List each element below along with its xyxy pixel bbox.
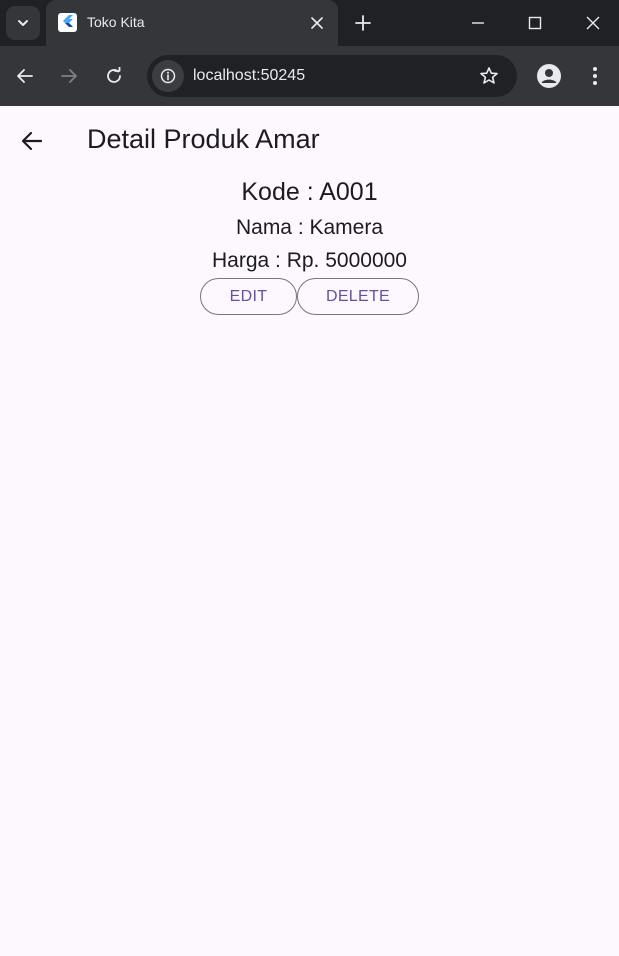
info-icon — [160, 68, 176, 84]
browser-forward-button[interactable] — [54, 61, 84, 91]
browser-back-button[interactable] — [10, 61, 40, 91]
close-icon — [311, 17, 323, 29]
chevron-down-icon — [18, 20, 28, 26]
bookmark-button[interactable] — [477, 64, 501, 88]
window-close-button[interactable] — [564, 0, 619, 46]
site-info-button[interactable] — [152, 60, 184, 92]
app-bar: Detail Produk Amar — [0, 106, 619, 176]
back-arrow-icon — [21, 131, 43, 151]
profile-icon — [537, 64, 561, 88]
profile-button[interactable] — [535, 62, 563, 90]
window-maximize-button[interactable] — [506, 0, 564, 46]
app-back-button[interactable] — [12, 121, 52, 161]
reload-icon — [107, 67, 121, 83]
product-kode: Kode : A001 — [241, 178, 378, 206]
forward-arrow-icon — [61, 69, 77, 83]
browser-tab-active[interactable]: Toko Kita — [46, 0, 338, 46]
address-bar[interactable]: localhost:50245 — [147, 55, 517, 97]
url-text: localhost:50245 — [193, 67, 306, 84]
star-icon — [480, 67, 498, 84]
maximize-icon — [528, 16, 542, 30]
browser-reload-button[interactable] — [99, 61, 129, 91]
browser-tabstrip: Toko Kita — [0, 0, 619, 46]
close-icon — [586, 16, 600, 30]
plus-icon — [355, 15, 371, 31]
product-nama: Nama : Kamera — [235, 216, 384, 239]
page-title: Detail Produk Amar — [87, 124, 320, 154]
minimize-icon — [472, 22, 484, 24]
edit-button[interactable]: EDIT — [200, 278, 297, 315]
tab-title: Toko Kita — [87, 14, 145, 30]
back-arrow-icon — [17, 69, 33, 83]
tab-close-button[interactable] — [306, 12, 328, 34]
flutter-logo-icon — [58, 13, 77, 32]
delete-button[interactable]: DELETE — [297, 278, 419, 315]
action-buttons: EDIT DELETE — [200, 278, 419, 315]
window-minimize-button[interactable] — [449, 0, 507, 46]
product-harga: Harga : Rp. 5000000 — [212, 249, 407, 272]
browser-toolbar: localhost:50245 — [0, 46, 619, 106]
new-tab-button[interactable] — [350, 10, 376, 36]
tab-search-button[interactable] — [6, 6, 40, 40]
more-vert-icon — [593, 67, 597, 85]
browser-menu-button[interactable] — [582, 62, 608, 90]
